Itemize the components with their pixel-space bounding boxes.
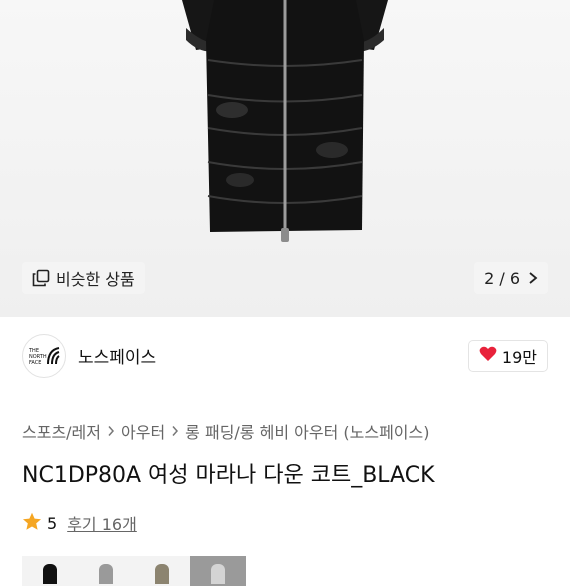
svg-text:FACE: FACE: [29, 360, 41, 366]
thumbnail-2[interactable]: [78, 556, 134, 586]
heart-icon: [479, 346, 497, 366]
rating-row: 5 후기 16개: [22, 511, 137, 535]
product-image[interactable]: 비슷한 상품 2 / 6: [0, 0, 570, 317]
rating-score: 5: [47, 513, 58, 533]
image-counter: 2 / 6: [484, 268, 520, 288]
thumbnail-1[interactable]: [22, 556, 78, 586]
chevron-right-icon: [528, 271, 538, 285]
product-title: NC1DP80A 여성 마라나 다운 코트_BLACK: [22, 463, 435, 488]
breadcrumb-item-2[interactable]: 아우터: [121, 419, 165, 443]
brand-row: THE NORTH FACE 노스페이스 19만: [0, 330, 570, 382]
breadcrumb: 스포츠/레저 아우터 롱 패딩/롱 헤비 아우터 (노스페이스): [22, 419, 429, 443]
brand-name[interactable]: 노스페이스: [78, 343, 156, 368]
thumbnail-4[interactable]: [190, 556, 246, 586]
star-icon: [22, 512, 42, 535]
breadcrumb-item-3[interactable]: 롱 패딩/롱 헤비 아우터 (노스페이스): [185, 419, 429, 443]
like-button[interactable]: 19만: [467, 340, 548, 372]
breadcrumb-item-1[interactable]: 스포츠/레저: [22, 419, 101, 443]
image-counter-button[interactable]: 2 / 6: [474, 262, 548, 294]
similar-products-label: 비슷한 상품: [56, 270, 135, 289]
chevron-right-icon: [107, 425, 115, 437]
reviews-link[interactable]: 후기 16개: [67, 511, 137, 535]
north-face-logo: THE NORTH FACE: [28, 347, 60, 366]
thumbnail-3[interactable]: [134, 556, 190, 586]
copy-icon: [32, 269, 50, 287]
brand-logo[interactable]: THE NORTH FACE: [22, 334, 66, 378]
similar-products-button[interactable]: 비슷한 상품: [22, 262, 145, 294]
chevron-right-icon: [171, 425, 179, 437]
like-count: 19만: [501, 348, 537, 367]
color-thumbnails: [22, 556, 246, 586]
